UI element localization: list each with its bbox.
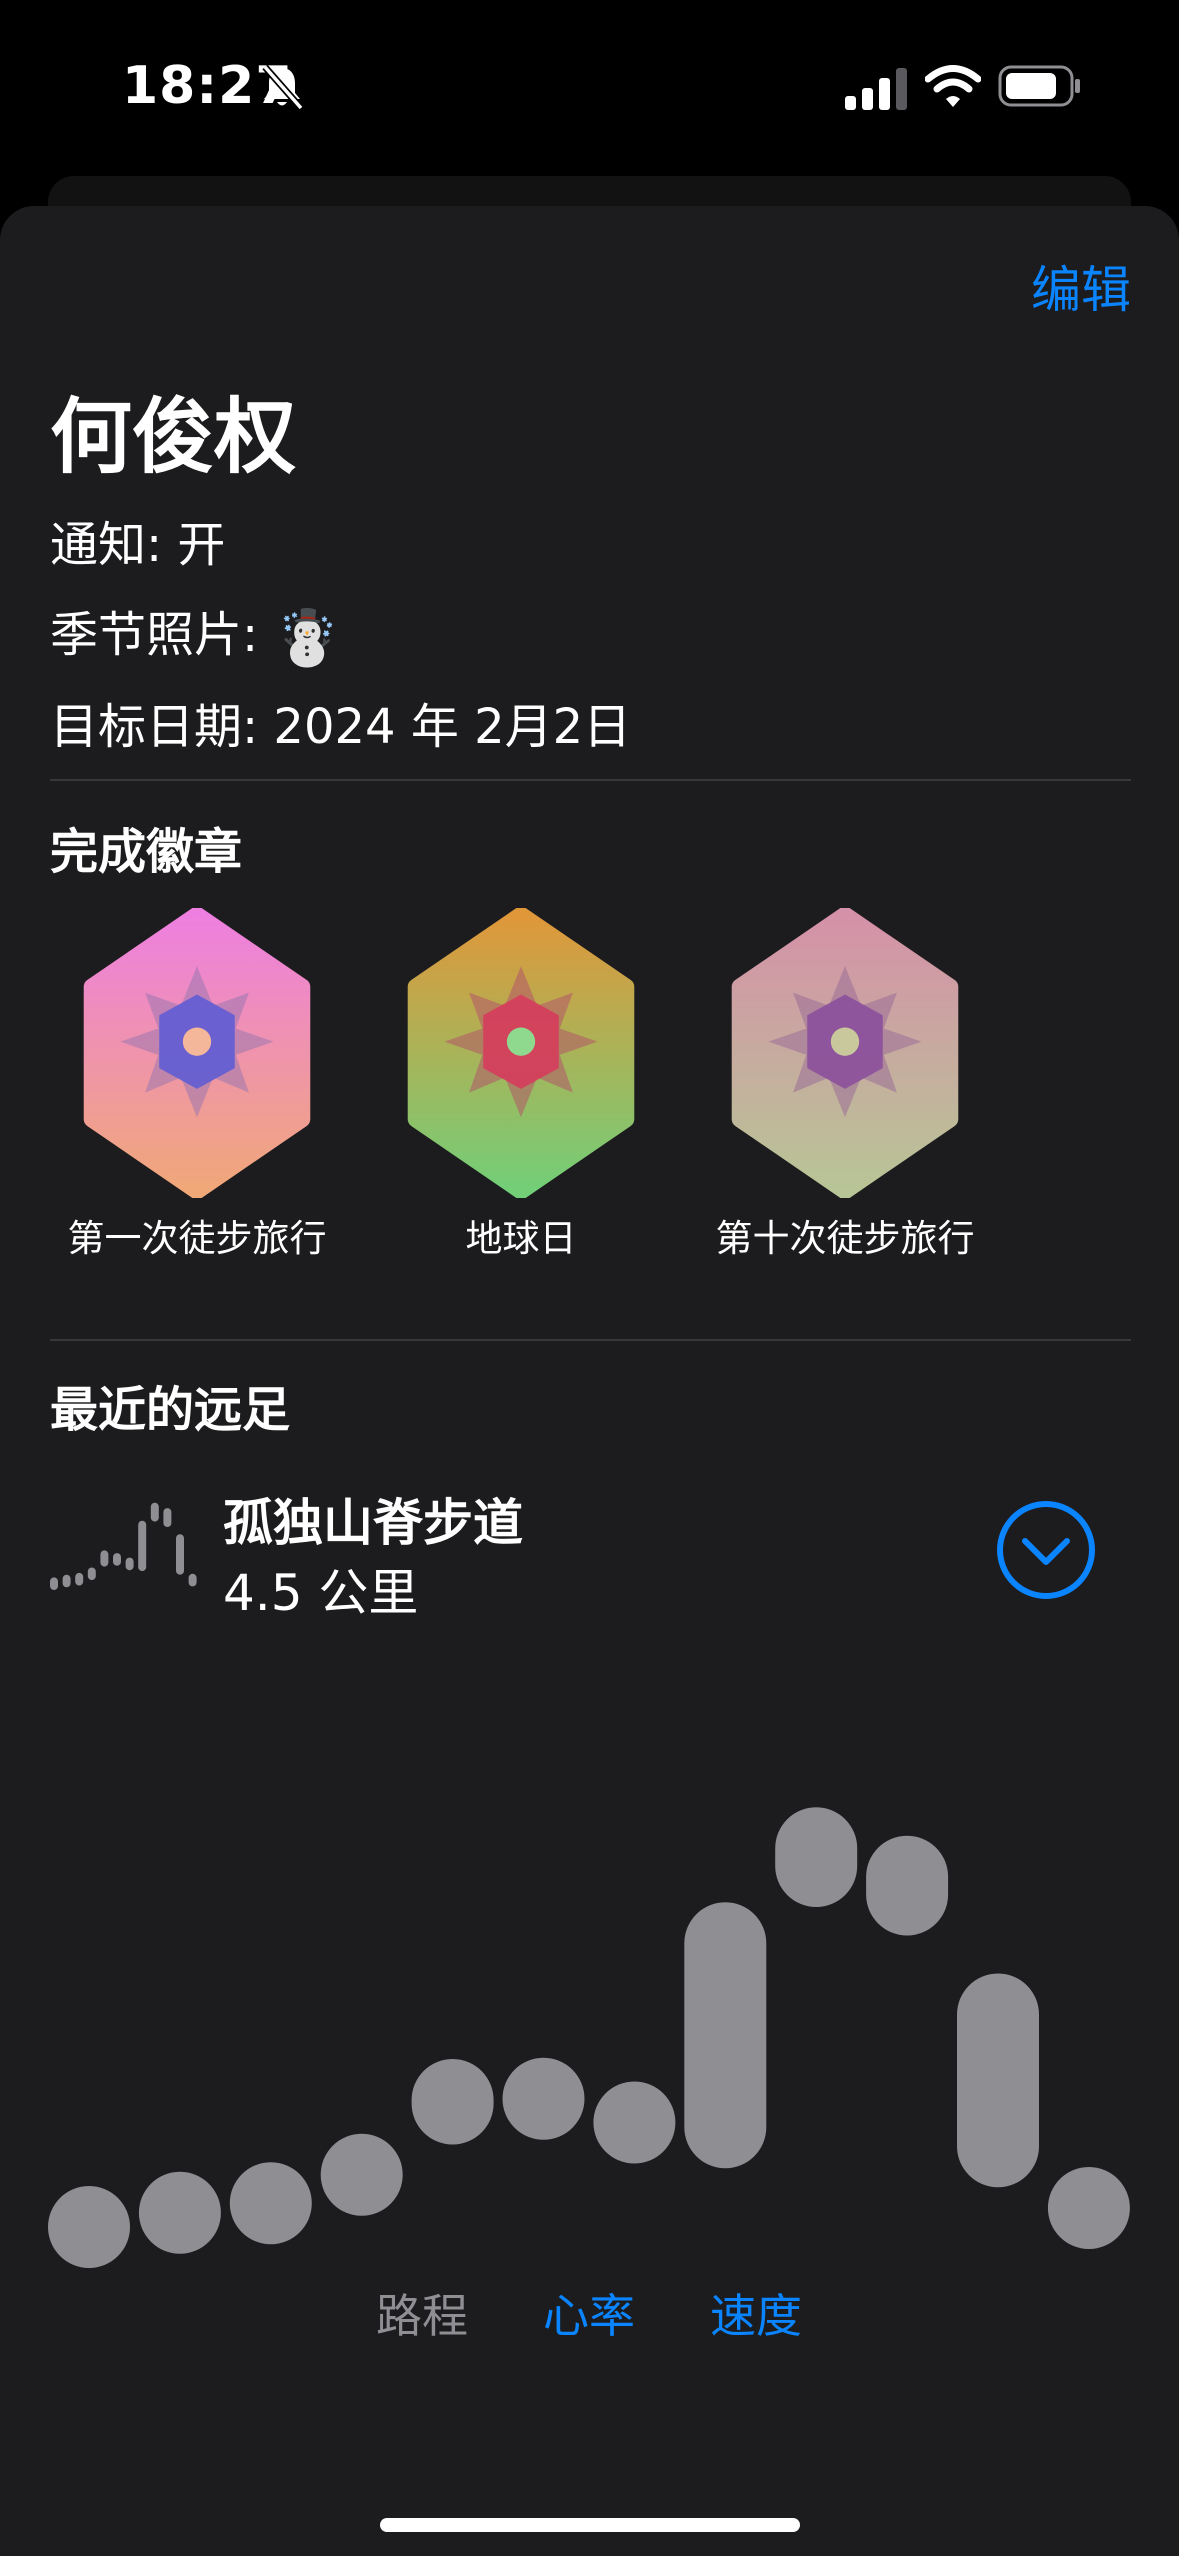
chart-tab-bar: 路程 心率 速度: [0, 2280, 1179, 2350]
cellular-signal-icon: [845, 68, 907, 110]
hike-name[interactable]: 孤独山脊步道: [223, 1483, 523, 1555]
badge-first-hike[interactable]: 第一次徒步旅行: [62, 908, 332, 1262]
profile-name: 何俊权: [50, 390, 297, 485]
chart-bar-3: [229, 2162, 312, 2245]
sparkline-bar-4: [87, 1567, 96, 1581]
sparkline-bar-6: [113, 1553, 121, 1566]
tab-speed[interactable]: 速度: [710, 2280, 802, 2346]
snowman-icon: ☃️: [273, 606, 341, 669]
wifi-icon: [925, 65, 981, 107]
badge-tenth-hike[interactable]: 第十次徒步旅行: [710, 908, 980, 1262]
sparkline-bar-11: [176, 1534, 184, 1575]
sparkline-bar-5: [100, 1550, 109, 1567]
badge-label: 第十次徒步旅行: [715, 1217, 975, 1260]
notification-status: 通知: 开: [50, 517, 226, 573]
badges-title: 完成徽章: [50, 824, 243, 880]
sparkline-bar-10: [163, 1508, 172, 1527]
sparkline-bar-12: [188, 1573, 197, 1587]
badge-label: 地球日: [465, 1217, 577, 1260]
chart-bar-6: [502, 2057, 585, 2140]
hike-distance: 4.5 公里: [223, 1564, 419, 1622]
battery-icon: [998, 65, 1080, 107]
badge-earth-day[interactable]: 地球日: [386, 908, 656, 1262]
badge-label: 第一次徒步旅行: [67, 1217, 327, 1260]
sparkline-bar-1: [50, 1577, 58, 1590]
divider: [50, 779, 1131, 781]
sparkline-bar-9: [150, 1502, 159, 1522]
chart-bar-5: [411, 2059, 494, 2145]
home-indicator: [380, 2518, 800, 2532]
tab-route[interactable]: 路程: [376, 2280, 468, 2346]
badge-first-hike-icon: [83, 908, 311, 1198]
tab-heart-rate[interactable]: 心率: [543, 2280, 635, 2346]
goal-date: 目标日期: 2024 年 2月2日: [50, 699, 632, 755]
chart-bar-11: [957, 1973, 1039, 2188]
sparkline-bar-8: [138, 1520, 147, 1572]
badge-earth-day-icon: [407, 908, 635, 1198]
status-bar: 18:27: [0, 0, 1179, 175]
chart-bar-1: [48, 2186, 130, 2268]
season-photo-label: 季节照片:: [50, 607, 259, 663]
chart-bar-9: [775, 1807, 858, 1907]
season-photo-row: 季节照片: ☃️: [50, 595, 341, 670]
hike-sparkline-icon: [50, 1502, 197, 1590]
divider: [50, 1339, 1131, 1341]
chevron-down-circle-icon[interactable]: [994, 1498, 1098, 1602]
edit-button[interactable]: 编辑: [1031, 250, 1131, 322]
sparkline-bar-3: [75, 1572, 84, 1586]
chart-bar-10: [866, 1835, 949, 1936]
chart-bar-4: [320, 2133, 403, 2216]
badge-tenth-hike-icon: [731, 908, 959, 1198]
chart-bar-7: [593, 2081, 676, 2164]
sparkline-bar-7: [125, 1557, 134, 1571]
hike-range-chart: [48, 1807, 1130, 2268]
bell-slash-icon: [262, 64, 304, 111]
chart-bar-12: [1047, 2167, 1130, 2249]
chart-bar-8: [684, 1902, 767, 2169]
recent-hikes-title: 最近的远足: [50, 1382, 291, 1438]
chart-bar-2: [138, 2171, 221, 2254]
sparkline-bar-2: [62, 1574, 71, 1588]
